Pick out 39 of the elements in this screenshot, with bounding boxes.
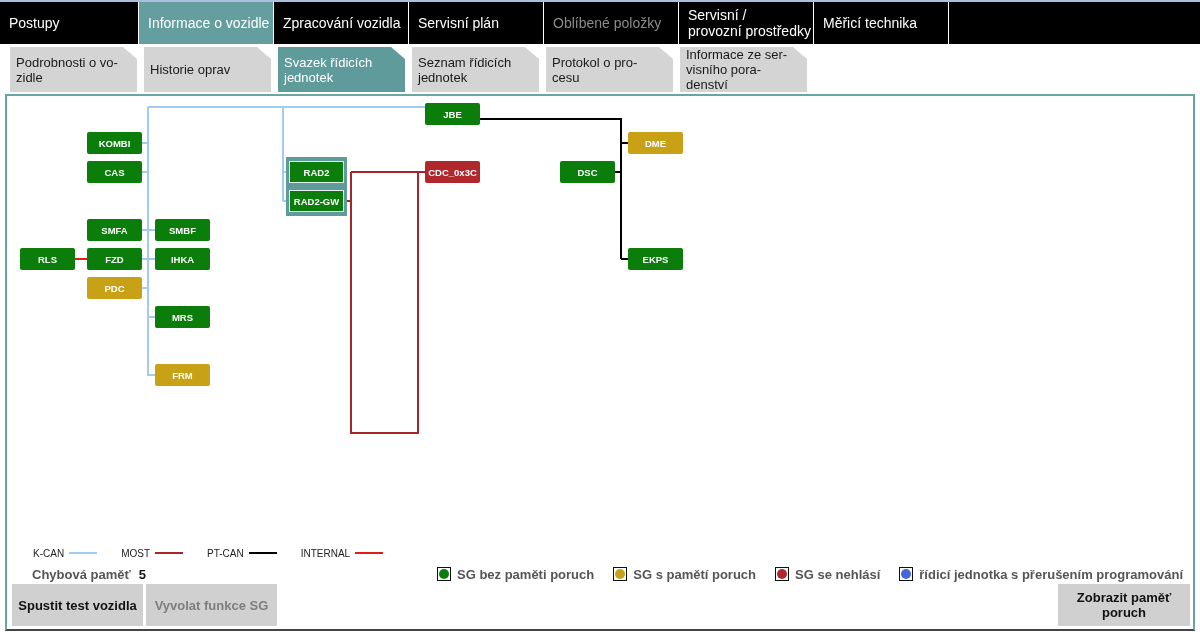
control-unit-node[interactable]: CAS xyxy=(87,161,142,183)
control-unit-node[interactable]: SMFA xyxy=(87,219,142,241)
action-button[interactable]: Zobrazit paměť poruch xyxy=(1058,584,1190,626)
legend-label: SG bez paměti poruch xyxy=(457,566,595,582)
control-unit-node[interactable]: MRS xyxy=(155,306,210,328)
control-unit-node[interactable]: CDC_0x3C xyxy=(425,161,480,183)
main-tab[interactable]: Informace o vozidle xyxy=(139,2,273,44)
action-button[interactable]: Spustit test vozidla xyxy=(12,584,143,626)
control-unit-node[interactable]: JBE xyxy=(425,103,480,125)
legend-label: SG se nehlásí xyxy=(795,566,881,582)
control-unit-node[interactable]: FZD xyxy=(87,248,142,270)
control-unit-node[interactable]: KOMBI xyxy=(87,132,142,154)
main-tab[interactable]: Postupy xyxy=(0,2,138,44)
control-unit-node[interactable]: RAD2-GW xyxy=(286,186,347,216)
sub-tab[interactable]: Podrobnosti o vo-zidle xyxy=(10,47,137,92)
main-tab[interactable]: Měřicí technika xyxy=(814,2,948,44)
sub-tab[interactable]: Historie oprav xyxy=(144,47,271,92)
legend-label: K-CAN xyxy=(33,547,65,559)
main-tab[interactable]: Zpracování vozidla xyxy=(274,2,408,44)
sub-tab[interactable]: Seznam řídicích jednotek xyxy=(412,47,539,92)
control-unit-node[interactable]: EKPS xyxy=(628,248,683,270)
main-tab[interactable]: Servisní / provozní prostředky xyxy=(679,2,813,44)
sub-tab[interactable]: Informace ze ser-visního pora-denství xyxy=(680,47,807,92)
control-unit-node[interactable]: DSC xyxy=(560,161,615,183)
error-memory-label: Chybová paměť xyxy=(32,566,131,582)
legend-label: MOST xyxy=(121,547,150,559)
legend-label: řídicí jednotka s přerušením programování xyxy=(919,566,1183,582)
control-unit-node[interactable]: RAD2 xyxy=(286,157,347,187)
control-unit-node[interactable]: SMBF xyxy=(155,219,210,241)
sub-tab[interactable]: Protokol o pro-cesu xyxy=(546,47,673,92)
error-memory-count: 5 xyxy=(138,566,146,582)
legend-label: PT-CAN xyxy=(207,547,244,559)
internal-link-line xyxy=(74,258,88,260)
sub-tab[interactable]: Svazek řídicích jednotek xyxy=(278,47,405,92)
legend-label: SG s pamětí poruch xyxy=(633,566,757,582)
control-unit-node[interactable]: RLS xyxy=(20,248,75,270)
control-unit-node[interactable]: IHKA xyxy=(155,248,210,270)
main-tab[interactable]: Servisní plán xyxy=(409,2,543,44)
legend-label: INTERNAL xyxy=(300,547,351,559)
